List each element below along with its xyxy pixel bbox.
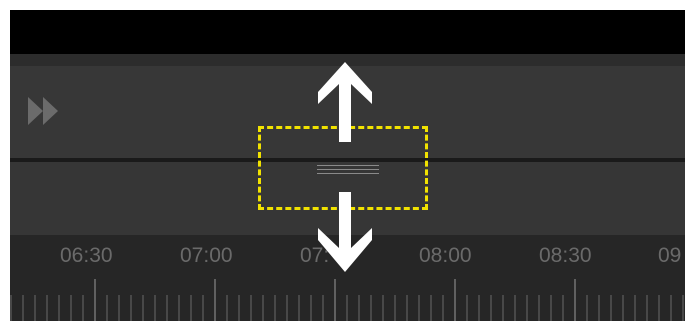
resize-grip-icon[interactable] [317,165,379,179]
timeline-label: 07:00 [180,244,233,267]
timeline-label: 08:00 [419,244,472,267]
preview-area [10,10,685,54]
timeline-label: 08:30 [539,244,592,267]
timeline-label: 07: [300,244,330,267]
timeline-ruler [10,279,684,321]
timeline-label: 06:30 [60,244,113,267]
video-editor-panel: 06:30 07:00 07: 08:00 08:30 09 [10,10,685,321]
timeline-label: 09 [658,244,682,267]
fast-forward-icon[interactable] [27,96,61,126]
panel-header-strip [10,54,685,66]
upper-track-panel[interactable] [10,66,685,158]
